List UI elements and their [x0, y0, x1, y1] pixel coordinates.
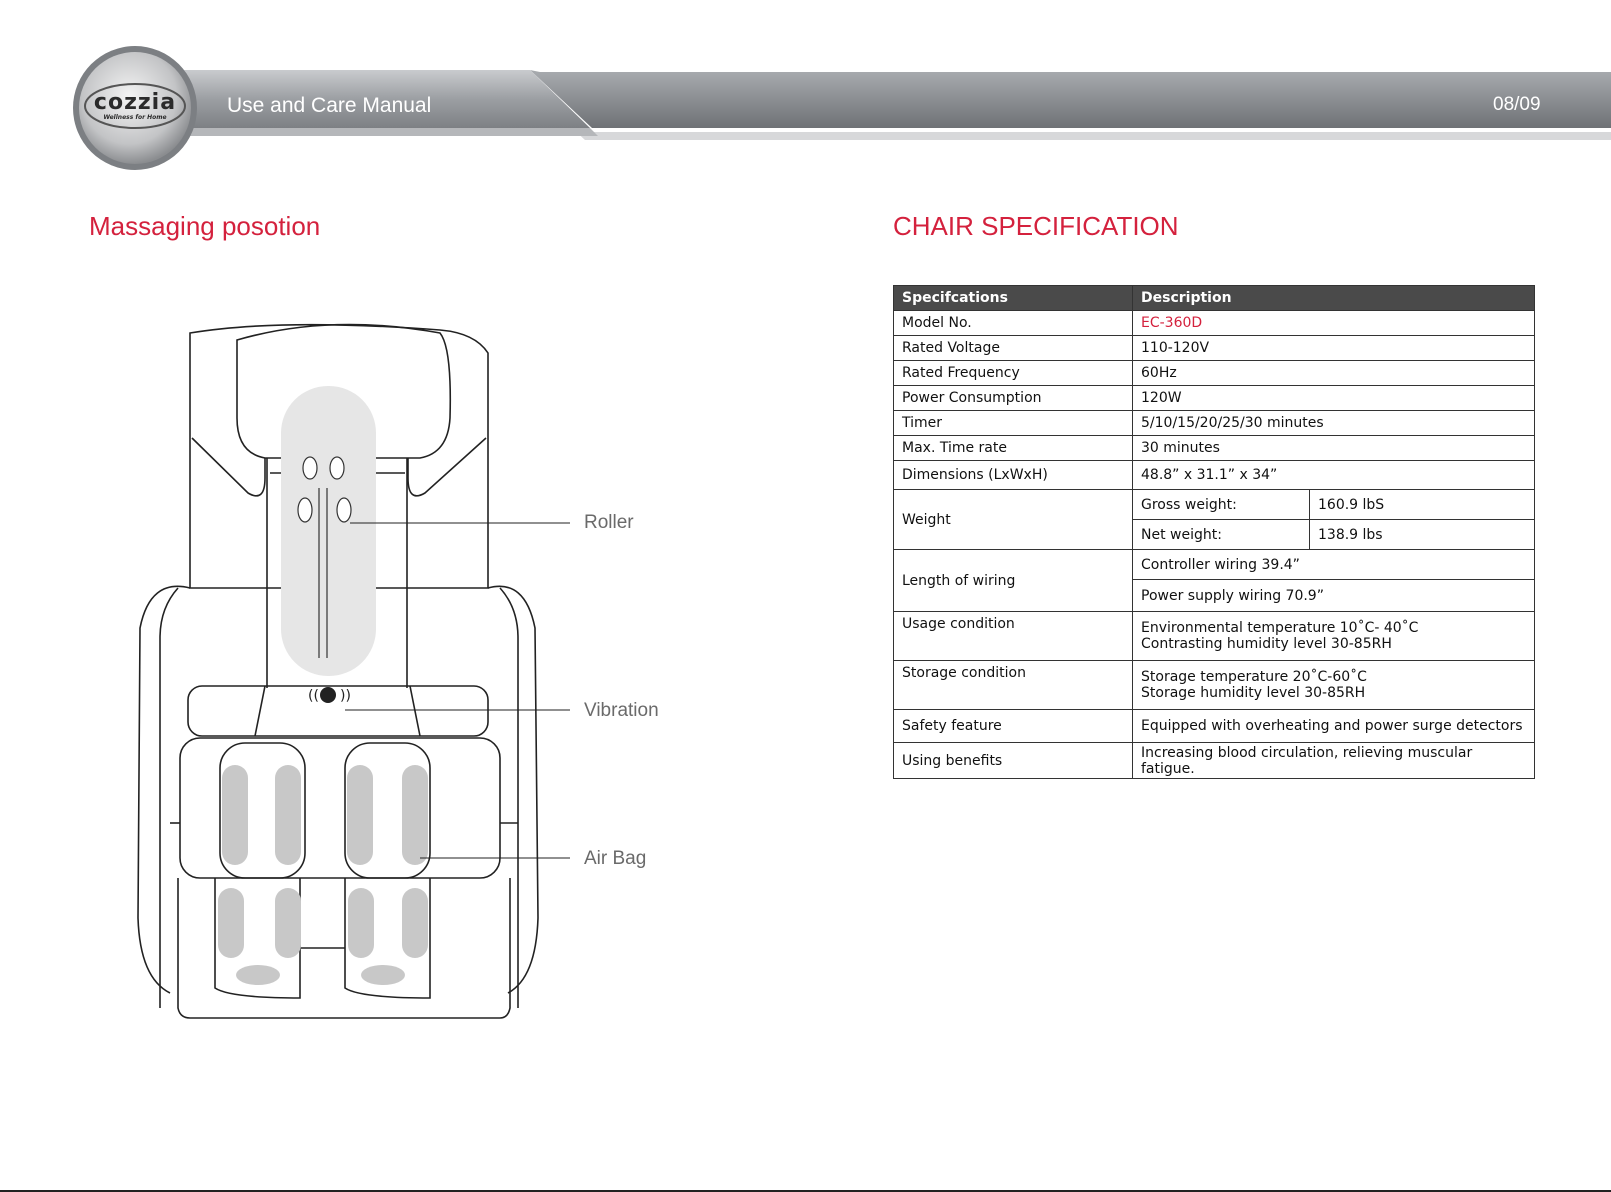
spec-cell: Power Consumption	[893, 385, 1133, 411]
callout-air-bag: Air Bag	[584, 848, 647, 869]
callout-vibration: Vibration	[584, 700, 659, 721]
controller-wiring: Controller wiring 39.4”	[1132, 549, 1535, 580]
table-row: Rated Voltage 110-120V	[893, 335, 1535, 361]
table-row: Using benefits Increasing blood circulat…	[893, 742, 1535, 779]
desc-cell: 5/10/15/20/25/30 minutes	[1132, 410, 1535, 436]
spec-cell: Max. Time rate	[893, 435, 1133, 461]
gross-weight-label: Gross weight:	[1132, 489, 1310, 520]
desc-cell: Equipped with overheating and power surg…	[1132, 709, 1535, 743]
model-number: EC-360D	[1132, 310, 1535, 336]
header-description: Description	[1132, 285, 1535, 311]
manual-title: Use and Care Manual	[227, 94, 432, 117]
svg-text:)): ))	[340, 688, 351, 704]
brand-tagline: Wellness for Home	[103, 114, 167, 121]
chair-specification-title: CHAIR SPECIFICATION	[893, 211, 1179, 241]
massaging-position-title: Massaging posotion	[89, 211, 321, 241]
spec-cell: Rated Frequency	[893, 360, 1133, 386]
spec-table: Specifcations Description Model No. EC-3…	[893, 285, 1535, 779]
callout-roller: Roller	[584, 512, 634, 533]
spec-cell: Safety feature	[893, 709, 1133, 743]
power-supply-wiring: Power supply wiring 70.9”	[1132, 579, 1535, 612]
table-row-usage: Usage condition Environmental temperatur…	[893, 611, 1535, 661]
table-row-weight: Weight Gross weight: 160.9 lbS	[893, 489, 1535, 550]
storage-line: Storage humidity level 30-85RH	[1141, 685, 1366, 701]
desc-cell: 30 minutes	[1132, 435, 1535, 461]
net-weight-label: Net weight:	[1132, 519, 1310, 550]
spec-cell: Model No.	[893, 310, 1133, 336]
spec-cell: Dimensions (LxWxH)	[893, 460, 1133, 490]
brand-logo: cozzia	[93, 90, 177, 115]
page-number: 08/09	[1493, 94, 1541, 115]
svg-text:((: ((	[308, 688, 319, 704]
table-row-storage: Storage condition Storage temperature 20…	[893, 660, 1535, 710]
table-row: Max. Time rate 30 minutes	[893, 435, 1535, 461]
desc-cell: 48.8” x 31.1” x 34”	[1132, 460, 1535, 490]
spec-cell: Rated Voltage	[893, 335, 1133, 361]
spec-cell: Timer	[893, 410, 1133, 436]
massage-chair-diagram: (( ))	[137, 323, 570, 1019]
table-row: Dimensions (LxWxH) 48.8” x 31.1” x 34”	[893, 460, 1535, 490]
usage-line: Environmental temperature 10˚C- 40˚C	[1141, 620, 1419, 636]
table-header-row: Specifcations Description	[893, 285, 1535, 311]
table-row: Power Consumption 120W	[893, 385, 1535, 411]
spec-cell: Weight	[893, 489, 1133, 550]
usage-desc: Environmental temperature 10˚C- 40˚C Con…	[1132, 611, 1535, 661]
net-weight-value: 138.9 lbs	[1309, 519, 1535, 550]
table-row: Safety feature Equipped with overheating…	[893, 709, 1535, 743]
table-row: Timer 5/10/15/20/25/30 minutes	[893, 410, 1535, 436]
spec-cell: Usage condition	[893, 611, 1133, 661]
desc-cell: 120W	[1132, 385, 1535, 411]
table-row: Model No. EC-360D	[893, 310, 1535, 336]
desc-cell: 110-120V	[1132, 335, 1535, 361]
desc-cell: 60Hz	[1132, 360, 1535, 386]
storage-desc: Storage temperature 20˚C-60˚C Storage hu…	[1132, 660, 1535, 710]
storage-line: Storage temperature 20˚C-60˚C	[1141, 669, 1367, 685]
desc-cell: Increasing blood circulation, relieving …	[1132, 742, 1535, 779]
header-banner	[73, 46, 1611, 170]
header-specifications: Specifcations	[893, 285, 1133, 311]
spec-cell: Using benefits	[893, 742, 1133, 779]
table-row-wiring: Length of wiring Controller wiring 39.4”	[893, 549, 1535, 612]
spec-cell: Storage condition	[893, 660, 1133, 710]
gross-weight-value: 160.9 lbS	[1309, 489, 1535, 520]
table-row: Rated Frequency 60Hz	[893, 360, 1535, 386]
spec-cell: Length of wiring	[893, 549, 1133, 612]
usage-line: Contrasting humidity level 30-85RH	[1141, 636, 1392, 652]
